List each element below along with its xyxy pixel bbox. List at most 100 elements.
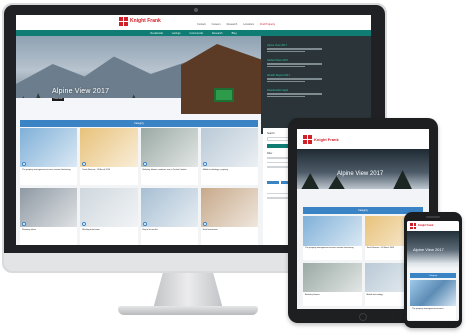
home-button-icon[interactable] [359,313,367,321]
article-card[interactable]: Berkeley Homes [303,262,362,306]
logo-text: Knight Frank [130,18,161,24]
hero-title: Alpine View 2017 [413,247,444,252]
text-line [267,78,322,80]
sidebar-item[interactable]: Global Cities 2017 [267,59,365,67]
article-card[interactable]: Berkeley Homes continues rise in Central… [140,128,198,185]
sidebar-item[interactable]: Residential Insight [267,89,365,97]
article-card[interactable]: Mobile technology - property [200,128,258,185]
tablet-hero: Alpine View 2017 [297,149,429,201]
speaker-icon [426,216,440,218]
hero-read-more-button[interactable]: Read more [52,98,64,101]
card-image [80,128,138,167]
card-badge-icon [202,162,207,167]
hero-window [214,88,234,102]
sidebar-item-title: Wealth Report 2017 [267,74,291,77]
card-caption: Mobile technology - property [202,169,228,172]
hero-snow [297,189,429,201]
phone-header: Knight Frank [407,221,459,231]
card-caption: Hotel investment [202,229,218,232]
text-line [267,48,322,50]
card-caption: Working from home [82,229,100,232]
card-image [20,188,78,227]
logo-text: Knight Frank [418,223,434,227]
filter-chip[interactable] [267,180,279,184]
card-image [140,188,198,227]
card-image [140,128,198,167]
phone-hero: Alpine View 2017 [407,231,459,269]
sidebar-item-title: Alpine View 2017 [267,44,287,47]
text-line [267,63,322,65]
card-caption: The property management services remote … [305,247,354,250]
article-grid: The property management services remote … [20,128,258,245]
card-caption: Berkeley Homes continues rise in Central… [142,169,187,172]
card-image [303,216,362,246]
article-card[interactable]: The property management services remote … [20,128,78,185]
hero-chalet [181,44,261,114]
top-links: Contact Careers Research Locations Find … [197,23,275,26]
card-caption: The property management services [412,308,444,310]
card-badge-icon [202,222,207,227]
sidebar-item[interactable]: Wealth Report 2017 [267,74,365,82]
camera-icon [194,8,198,12]
top-link-find-property[interactable]: Find Property [260,23,275,26]
article-card[interactable]: Planning reform [20,188,78,245]
card-image [20,128,78,167]
monitor-base [118,306,258,315]
card-caption: The property management services remote … [22,169,71,172]
nav-item[interactable]: Research [212,32,223,35]
logo-mark-icon [410,223,416,229]
sidebar-item-title: Residential Insight [267,89,289,92]
card-image [410,280,456,306]
hero-title: Alpine View 2017 [337,171,384,177]
card-caption: Planning reform [22,229,37,232]
category-band-label: Category [428,274,438,277]
text-line [267,93,322,95]
article-card[interactable]: Working from home [80,188,138,245]
category-band[interactable]: Category [303,207,423,214]
card-caption: Touch Beacon - 10 March 2014 [82,169,111,172]
article-card[interactable]: The property management services remote … [303,216,362,260]
category-band-label: Category [134,122,144,125]
top-link[interactable]: Locations [243,23,254,26]
category-band[interactable]: Category [410,273,456,278]
site-header: Knight Frank Contact Careers Research Lo… [16,15,371,30]
article-card[interactable]: Touch Beacon - 10 March 2014 [80,128,138,185]
article-card[interactable]: Hotel investment [200,188,258,245]
category-band-label: Category [358,209,368,212]
monitor-stand [153,273,223,309]
phone-screen: Knight Frank Alpine View 2017 Category T… [407,221,459,321]
article-card[interactable]: The property management services [410,280,456,320]
brand-logo[interactable]: Knight Frank [303,135,339,144]
card-badge-icon [142,162,147,167]
brand-logo[interactable]: Knight Frank [119,17,161,26]
card-badge-icon [142,222,147,227]
top-link[interactable]: Research [227,23,238,26]
card-image [200,128,258,167]
logo-mark-icon [119,17,128,26]
phone-device: Knight Frank Alpine View 2017 Category T… [404,212,462,328]
tablet-header: Knight Frank [297,129,429,149]
nav-item[interactable]: Commercial [190,32,203,35]
sidebar-item-title: Global Cities 2017 [267,59,289,62]
card-image [303,262,362,293]
card-image [200,188,258,227]
text-line [267,80,305,82]
category-band[interactable]: Category [20,120,258,127]
logo-text: Knight Frank [314,136,339,142]
hero-title: Alpine View 2017 [52,88,110,95]
card-image [80,188,138,227]
nav-item[interactable]: Blog [232,32,237,35]
text-line [267,50,305,52]
card-caption: Buy to let market [142,229,158,232]
nav-item[interactable]: Lettings [172,32,181,35]
sidebar-item[interactable]: Alpine View 2017 [267,44,365,52]
logo-mark-icon [303,135,312,144]
top-link[interactable]: Contact [197,23,206,26]
top-link[interactable]: Careers [212,23,221,26]
nav-item[interactable]: Residential [150,32,162,35]
article-card[interactable]: Buy to let market [140,188,198,245]
text-line [267,95,305,97]
card-caption: Berkeley Homes [305,293,320,296]
text-line [267,65,305,67]
brand-logo[interactable]: Knight Frank [410,223,433,229]
